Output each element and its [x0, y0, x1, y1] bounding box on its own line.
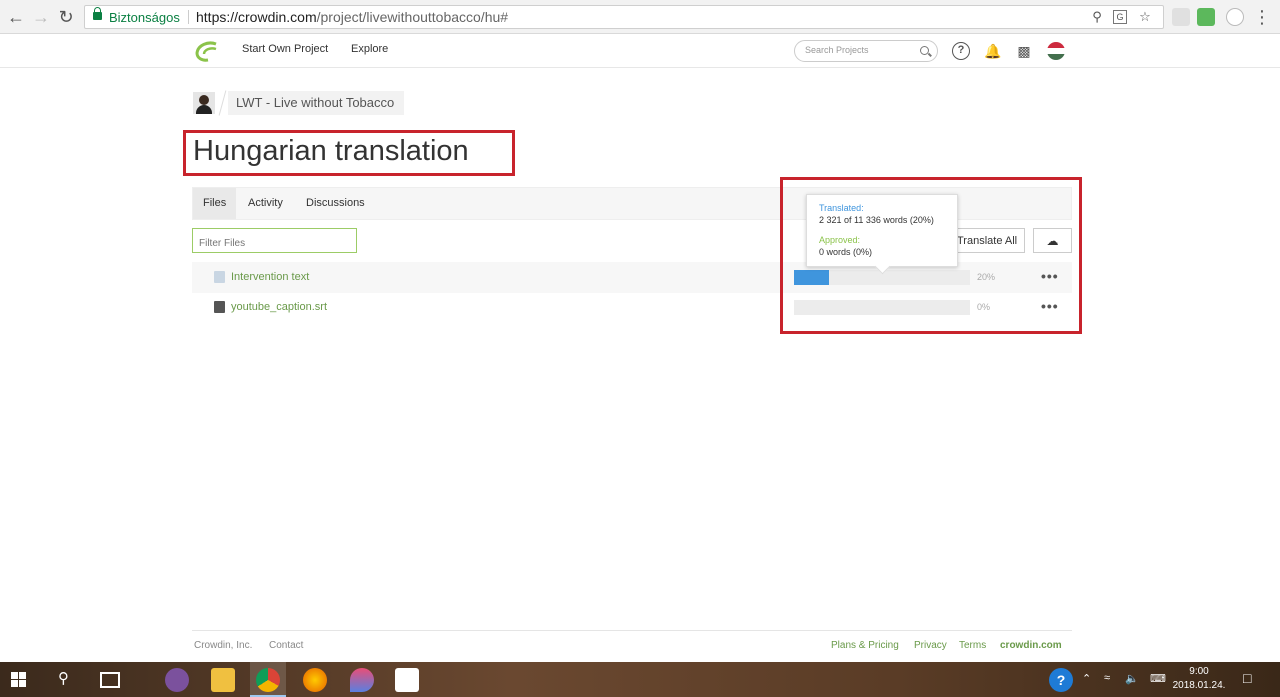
breadcrumb-project[interactable]: LWT - Live without Tobacco [228, 91, 405, 115]
volume-icon[interactable]: 🔈 [1125, 672, 1139, 685]
help-tray-icon[interactable]: ? [1049, 668, 1073, 692]
progress-highlight-box [780, 177, 1082, 334]
chevron-up-icon[interactable]: ⌃ [1082, 672, 1091, 685]
bookmark-star-icon[interactable]: ☆ [1137, 9, 1153, 25]
keyboard-icon[interactable]: ⌨ [1150, 672, 1166, 685]
messages-icon[interactable]: ▩ [1015, 42, 1033, 60]
browser-toolbar: ← → ↻ Biztonságos https://crowdin.com/pr… [0, 0, 1280, 34]
notification-bell-icon[interactable]: 🔔 [984, 42, 1002, 60]
clock-time: 9:00 [1189, 666, 1209, 677]
secure-label: Biztonságos [109, 10, 180, 25]
system-clock[interactable]: 9:00 2018.01.24. [1168, 665, 1230, 693]
extension-icon[interactable] [1172, 8, 1190, 26]
crowdin-logo-icon[interactable] [194, 40, 220, 62]
help-icon[interactable]: ? [952, 42, 970, 60]
windows-start-icon[interactable] [11, 672, 26, 687]
taskbar: ⚲ ? ⌃ ≈ 🔈 ⌨ 9:00 2018.01.24. □ [0, 662, 1280, 697]
footer-brand-link[interactable]: crowdin.com [1000, 640, 1062, 651]
wordpress-icon[interactable] [1226, 8, 1244, 26]
reload-icon[interactable]: ↻ [56, 7, 76, 27]
explore-link[interactable]: Explore [351, 43, 388, 55]
chrome-menu-icon[interactable]: ⋮ [1252, 7, 1272, 27]
viber-icon[interactable] [165, 668, 189, 692]
file-explorer-icon[interactable] [211, 668, 235, 692]
title-highlight-box [183, 130, 515, 176]
footer-contact-link[interactable]: Contact [269, 640, 303, 651]
footer-plans-link[interactable]: Plans & Pricing [831, 640, 899, 651]
address-divider [188, 10, 189, 24]
back-arrow-icon[interactable]: ← [6, 7, 26, 27]
tab-activity[interactable]: Activity [238, 188, 293, 219]
file-name[interactable]: youtube_caption.srt [231, 301, 327, 313]
paint-3d-icon[interactable] [350, 668, 374, 692]
extension-icon[interactable] [1197, 8, 1215, 26]
search-placeholder: Search Projects [805, 45, 869, 55]
search-icon [920, 46, 929, 55]
firefox-icon[interactable] [303, 668, 327, 692]
clock-date: 2018.01.24. [1172, 680, 1226, 691]
breadcrumb-separator [218, 90, 227, 116]
tab-discussions[interactable]: Discussions [296, 188, 375, 219]
file-name[interactable]: Intervention text [231, 271, 309, 283]
user-avatar[interactable] [1047, 42, 1065, 60]
chrome-icon[interactable] [256, 668, 280, 692]
address-bar[interactable]: Biztonságos https://crowdin.com/project/… [84, 5, 1164, 29]
filter-files-input[interactable] [192, 228, 357, 253]
wifi-icon[interactable]: ≈ [1104, 672, 1110, 684]
search-input[interactable]: Search Projects [794, 40, 938, 62]
document-icon [214, 271, 225, 283]
tab-files[interactable]: Files [193, 188, 237, 219]
zoom-icon[interactable]: ⚲ [1089, 9, 1105, 25]
task-view-icon[interactable] [100, 672, 120, 688]
search-icon[interactable]: ⚲ [58, 669, 69, 687]
url-text: https://crowdin.com/project/livewithoutt… [196, 9, 509, 25]
start-own-project-link[interactable]: Start Own Project [242, 43, 328, 55]
footer-terms-link[interactable]: Terms [959, 640, 986, 651]
lock-icon [93, 7, 102, 20]
project-avatar[interactable] [193, 92, 215, 114]
photos-icon[interactable] [395, 668, 419, 692]
site-header: Start Own Project Explore Search Project… [0, 34, 1280, 68]
footer-divider [192, 630, 1072, 631]
locked-file-icon [214, 301, 225, 313]
footer-company: Crowdin, Inc. [194, 640, 253, 651]
footer-privacy-link[interactable]: Privacy [914, 640, 947, 651]
translate-icon[interactable]: G [1113, 10, 1127, 24]
notifications-icon[interactable]: □ [1243, 670, 1251, 686]
forward-arrow-icon[interactable]: → [31, 7, 51, 27]
